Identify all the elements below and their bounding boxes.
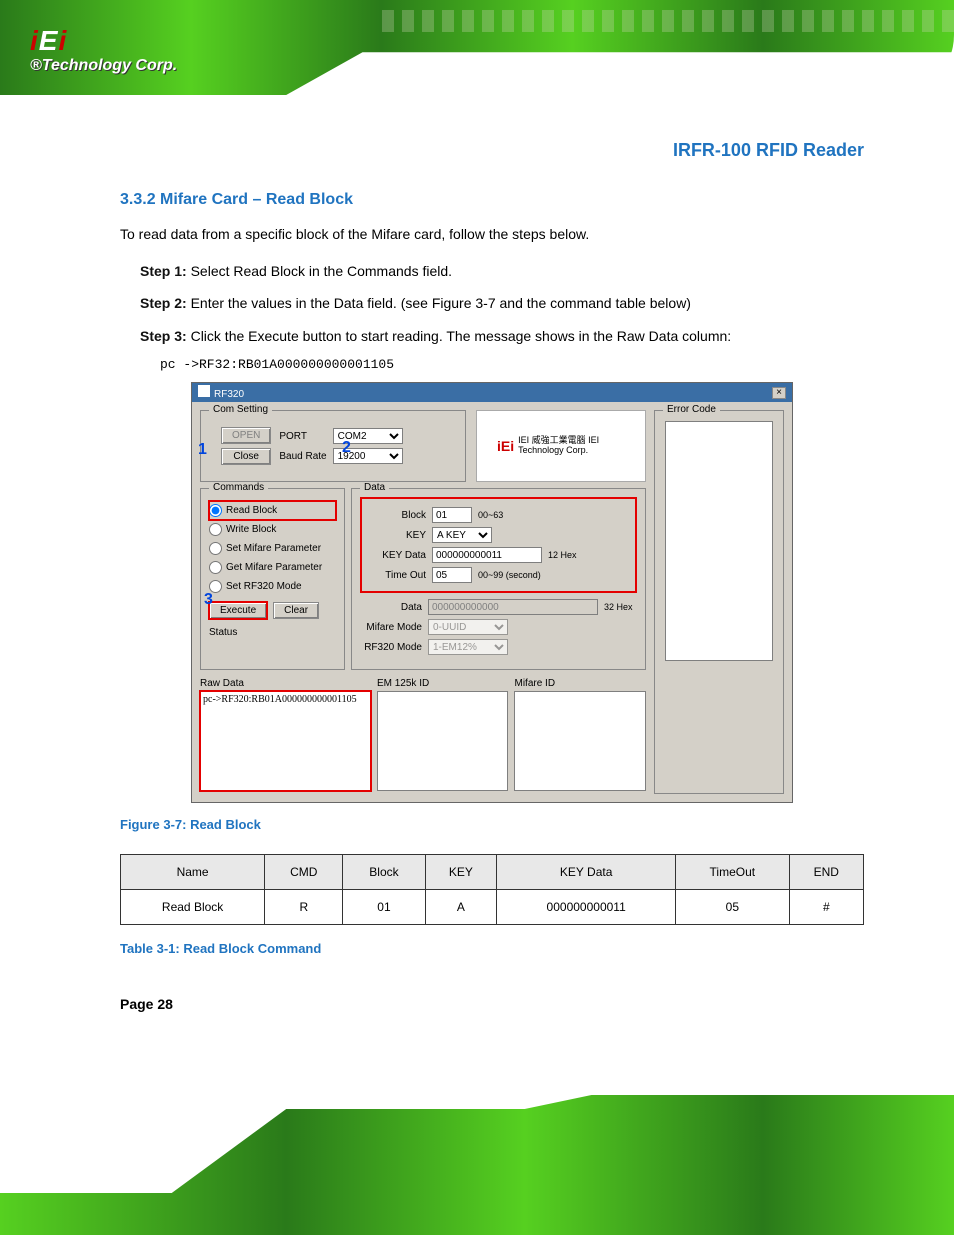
screenshot-figure: RF320 × Com Setting OPEN Close P: [191, 382, 793, 803]
document-title: IRFR-100 RFID Reader: [120, 140, 864, 161]
vendor-logo: iEi IEI 威強工業電腦 IEI Technology Corp.: [476, 410, 646, 482]
section-heading: 3.3.2 Mifare Card – Read Block: [120, 191, 864, 209]
radio-write-block[interactable]: Write Block: [209, 520, 336, 539]
radio-read-block[interactable]: Read Block: [209, 501, 336, 520]
app-icon: [198, 385, 210, 397]
data-input: [428, 599, 598, 615]
port-label: PORT: [279, 431, 326, 442]
table-row: Read Block R 01 A 000000000011 05 #: [121, 890, 864, 925]
em125k-textarea[interactable]: [377, 691, 509, 791]
rf320mode-select: 1-EM12%: [428, 639, 508, 655]
table-caption: Table 3-1: Read Block Command: [120, 941, 864, 956]
data-group: Data Block00~63 KEYA KEY KEY Data12 Hex …: [351, 488, 646, 670]
em125k-label: EM 125k ID: [377, 678, 509, 689]
step-1: Step 1: Select Read Block in the Command…: [140, 258, 864, 285]
radio-set-mifare[interactable]: Set Mifare Parameter: [209, 539, 336, 558]
com-setting-group: Com Setting OPEN Close PORT COM2 Baud Ra…: [200, 410, 466, 482]
command-table: Name CMD Block KEY KEY Data TimeOut END …: [120, 854, 864, 925]
com-setting-legend: Com Setting: [209, 404, 272, 415]
error-code-group: Error Code: [654, 410, 784, 794]
close-icon[interactable]: ×: [772, 387, 786, 399]
data-legend: Data: [360, 482, 389, 493]
figure-caption: Figure 3-7: Read Block: [120, 817, 864, 832]
page-number: Page 28: [120, 996, 864, 1012]
baud-label: Baud Rate: [279, 451, 326, 462]
window-title: RF320: [214, 389, 244, 400]
mifaremode-label: Mifare Mode: [362, 622, 422, 633]
rawdata-label: Raw Data: [200, 678, 371, 689]
rf320mode-label: RF320 Mode: [362, 642, 422, 653]
step-2: Step 2: Enter the values in the Data fie…: [140, 290, 864, 317]
commands-legend: Commands: [209, 482, 268, 493]
timeout-input[interactable]: [432, 567, 472, 583]
brand-logo: iEi ®Technology Corp.: [30, 25, 177, 75]
block-input[interactable]: [432, 507, 472, 523]
keydata-label: KEY Data: [366, 550, 426, 561]
data-label: Data: [362, 602, 422, 613]
intro-text: To read data from a specific block of th…: [120, 221, 864, 248]
mifareid-textarea[interactable]: [514, 691, 646, 791]
step-3: Step 3: Click the Execute button to star…: [140, 323, 864, 350]
timeout-label: Time Out: [366, 570, 426, 581]
mifareid-label: Mifare ID: [514, 678, 646, 689]
annotation-3: 3: [204, 591, 213, 609]
keydata-input[interactable]: [432, 547, 542, 563]
close-button[interactable]: Close: [221, 448, 271, 465]
execute-button[interactable]: Execute: [209, 602, 267, 619]
annotation-1: 1: [198, 441, 207, 459]
radio-set-rf320[interactable]: Set RF320 Mode: [209, 577, 336, 596]
mifaremode-select: 0-UUID: [428, 619, 508, 635]
clear-button[interactable]: Clear: [273, 602, 319, 619]
radio-get-mifare[interactable]: Get Mifare Parameter: [209, 558, 336, 577]
key-label: KEY: [366, 530, 426, 541]
rawdata-textarea[interactable]: pc->RF320:RB01A000000000001105: [200, 691, 371, 791]
status-label: Status: [209, 627, 336, 638]
raw-message-note: pc ->RF32:RB01A000000000001105: [160, 357, 864, 372]
annotation-2: 2: [342, 439, 351, 457]
block-label: Block: [366, 510, 426, 521]
window-titlebar: RF320 ×: [192, 383, 792, 402]
error-code-legend: Error Code: [663, 404, 720, 415]
key-select[interactable]: A KEY: [432, 527, 492, 543]
open-button[interactable]: OPEN: [221, 427, 271, 444]
error-code-listbox[interactable]: [665, 421, 773, 661]
commands-group: Commands Read Block Write Block Set Mifa…: [200, 488, 345, 670]
